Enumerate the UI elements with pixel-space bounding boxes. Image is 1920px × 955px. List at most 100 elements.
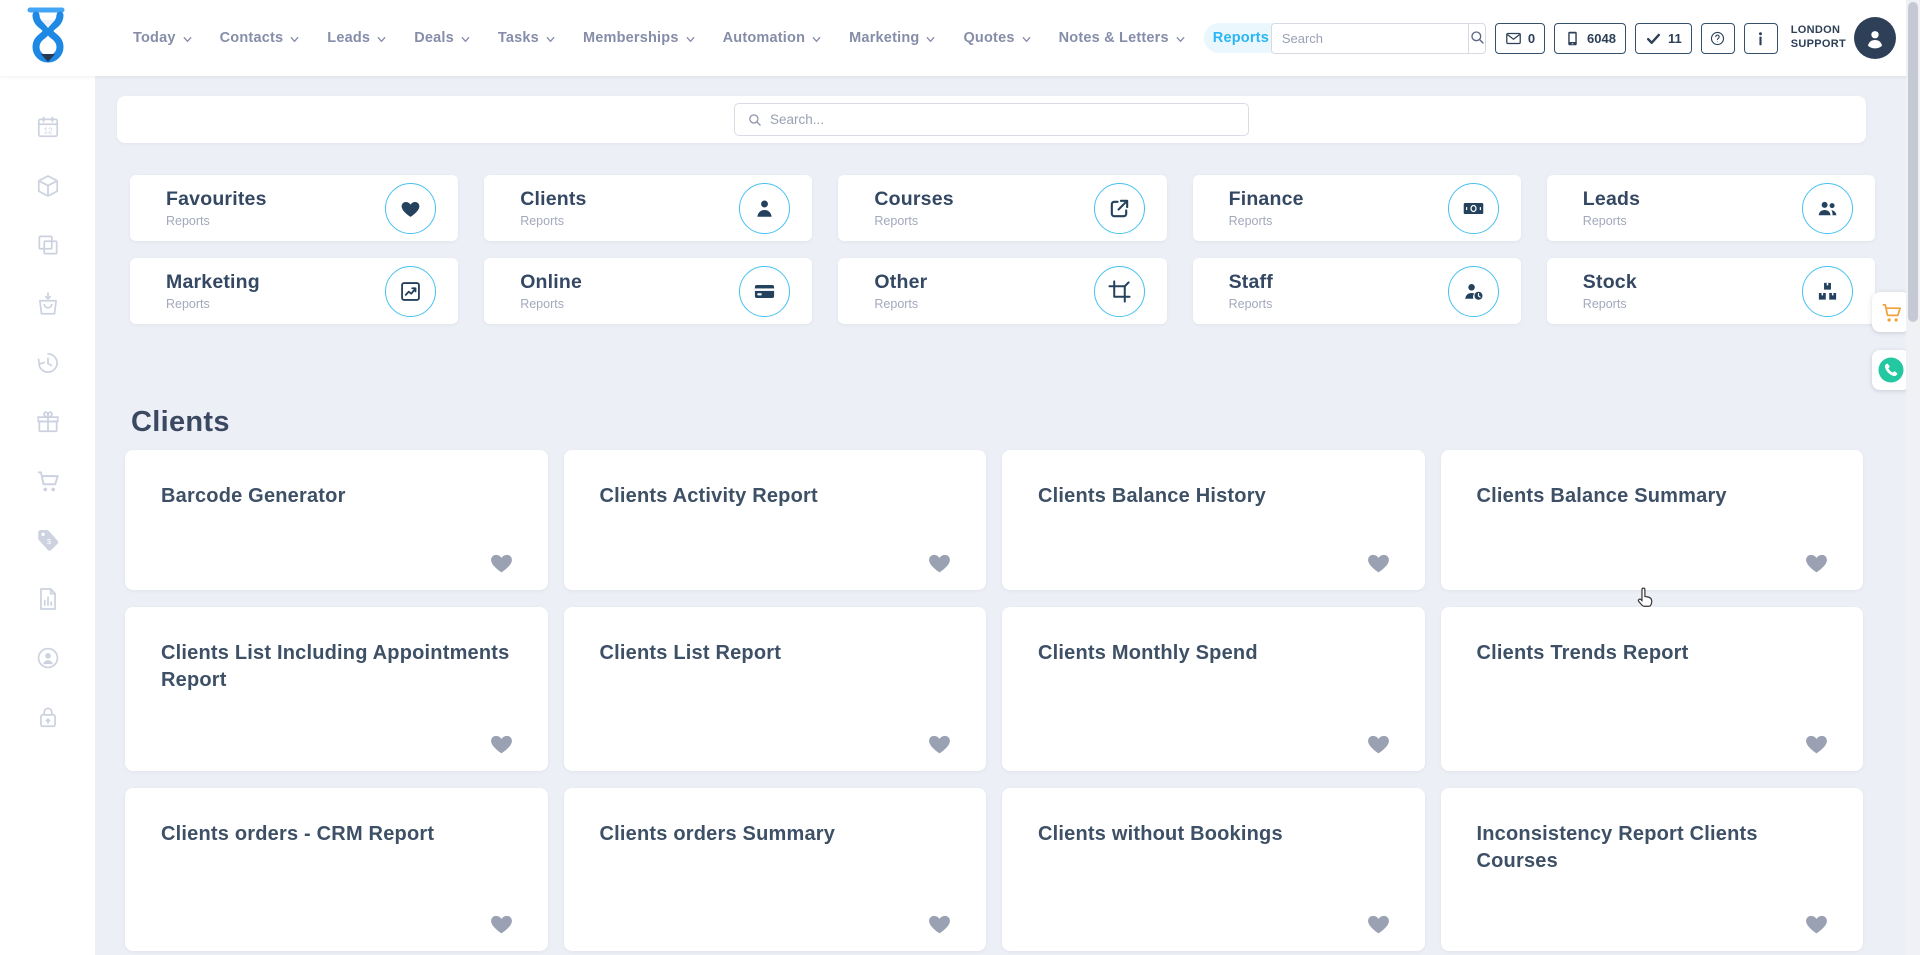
category-card-online[interactable]: Online Reports	[484, 258, 812, 324]
card-icon	[739, 266, 790, 317]
category-card-staff[interactable]: Staff Reports	[1193, 258, 1521, 324]
badge-count: 6048	[1587, 31, 1616, 46]
report-card-clients-orders-crm-report[interactable]: Clients orders - CRM Report	[125, 788, 548, 951]
topbar-search-input[interactable]	[1272, 24, 1468, 53]
category-card-stock[interactable]: Stock Reports	[1547, 258, 1875, 324]
sidebar-item-history[interactable]	[35, 350, 61, 376]
help-button[interactable]	[1701, 23, 1735, 54]
floating-whatsapp-button[interactable]	[1872, 350, 1910, 390]
check-icon	[1645, 30, 1662, 47]
category-title: Clients	[520, 188, 586, 211]
nav-item-deals[interactable]: Deals	[405, 23, 480, 53]
favourite-heart-icon[interactable]	[488, 730, 515, 757]
category-subtitle: Reports	[1229, 214, 1304, 228]
category-card-marketing[interactable]: Marketing Reports	[130, 258, 458, 324]
report-card-clients-orders-summary[interactable]: Clients orders Summary	[564, 788, 987, 951]
badge-count: 11	[1668, 31, 1682, 46]
phone-badge[interactable]: 6048	[1554, 23, 1626, 54]
favourite-heart-icon[interactable]	[488, 910, 515, 937]
category-subtitle: Reports	[1583, 214, 1640, 228]
favourite-heart-icon[interactable]	[488, 549, 515, 576]
topbar-right: 0 6048 11 LONDON SUPPORT	[1271, 0, 1896, 76]
chevron-down-icon	[811, 34, 822, 45]
report-card-clients-list-including-appointments-report[interactable]: Clients List Including Appointments Repo…	[125, 607, 548, 771]
report-card-clients-list-report[interactable]: Clients List Report	[564, 607, 987, 771]
nav-item-leads[interactable]: Leads	[318, 23, 396, 53]
sidebar-item-copy[interactable]	[35, 232, 61, 258]
nav-item-label: Marketing	[849, 30, 919, 46]
category-title: Finance	[1229, 188, 1304, 211]
sidebar-item-calendar-12[interactable]: 12	[35, 114, 61, 140]
report-title: Barcode Generator	[161, 483, 512, 510]
category-subtitle: Reports	[166, 297, 260, 311]
category-card-courses[interactable]: Courses Reports	[838, 175, 1166, 241]
search-button[interactable]	[1468, 24, 1485, 53]
report-title: Clients Balance History	[1038, 483, 1389, 510]
report-card-clients-activity-report[interactable]: Clients Activity Report	[564, 450, 987, 590]
category-title: Staff	[1229, 271, 1273, 294]
scrollbar-thumb[interactable]	[1908, 2, 1918, 322]
sidebar-item-cart[interactable]	[35, 468, 61, 494]
reports-search-input[interactable]	[770, 112, 1236, 127]
report-card-clients-balance-history[interactable]: Clients Balance History	[1002, 450, 1425, 590]
report-card-clients-balance-summary[interactable]: Clients Balance Summary	[1441, 450, 1864, 590]
sidebar-item-report-file[interactable]	[35, 586, 61, 612]
sidebar-item-gift[interactable]	[35, 409, 61, 435]
report-card-clients-without-bookings[interactable]: Clients without Bookings	[1002, 788, 1425, 951]
floating-cart-button[interactable]	[1872, 292, 1910, 332]
category-card-favourites[interactable]: Favourites Reports	[130, 175, 458, 241]
favourite-heart-icon[interactable]	[926, 910, 953, 937]
nav-item-contacts[interactable]: Contacts	[211, 23, 310, 53]
report-title: Clients orders Summary	[600, 821, 951, 848]
sidebar-item-shopping-bag[interactable]	[35, 291, 61, 317]
category-card-other[interactable]: Other Reports	[838, 258, 1166, 324]
search-icon	[747, 112, 762, 127]
nav-item-today[interactable]: Today	[124, 23, 202, 53]
favourite-heart-icon[interactable]	[1365, 549, 1392, 576]
favourite-heart-icon[interactable]	[1803, 549, 1830, 576]
section-title: Clients	[131, 406, 230, 439]
category-card-finance[interactable]: Finance Reports	[1193, 175, 1521, 241]
favourite-heart-icon[interactable]	[926, 549, 953, 576]
category-card-leads[interactable]: Leads Reports	[1547, 175, 1875, 241]
favourite-heart-icon[interactable]	[1803, 730, 1830, 757]
category-subtitle: Reports	[1583, 297, 1637, 311]
sidebar-item-account[interactable]	[35, 645, 61, 671]
nav-item-tasks[interactable]: Tasks	[489, 23, 565, 53]
nav-item-notes-letters[interactable]: Notes & Letters	[1050, 23, 1195, 53]
nav-item-quotes[interactable]: Quotes	[954, 23, 1040, 53]
topbar-search	[1271, 23, 1486, 54]
nav-item-label: Today	[133, 30, 176, 46]
sidebar-item-lock[interactable]	[35, 704, 61, 730]
nav-item-label: Memberships	[583, 30, 679, 46]
messages-badge[interactable]: 0	[1495, 23, 1545, 54]
report-title: Clients List Including Appointments Repo…	[161, 640, 512, 694]
favourite-heart-icon[interactable]	[1803, 910, 1830, 937]
tasks-badge[interactable]: 11	[1635, 23, 1692, 54]
favourite-heart-icon[interactable]	[926, 730, 953, 757]
favourite-heart-icon[interactable]	[1365, 910, 1392, 937]
report-card-inconsistency-report-clients-courses[interactable]: Inconsistency Report Clients Courses	[1441, 788, 1864, 951]
nav-item-memberships[interactable]: Memberships	[574, 23, 705, 53]
category-title: Online	[520, 271, 582, 294]
account-menu[interactable]: LONDON SUPPORT	[1791, 17, 1896, 59]
nav-item-automation[interactable]: Automation	[714, 23, 832, 53]
client-icon	[739, 183, 790, 234]
report-card-clients-monthly-spend[interactable]: Clients Monthly Spend	[1002, 607, 1425, 771]
cart-icon	[1880, 301, 1903, 324]
category-subtitle: Reports	[166, 214, 267, 228]
info-button[interactable]	[1744, 23, 1778, 54]
app-logo-icon[interactable]	[22, 6, 74, 70]
report-card-barcode-generator[interactable]: Barcode Generator	[125, 450, 548, 590]
sidebar-item-price-tag[interactable]: $	[35, 527, 61, 553]
report-title: Inconsistency Report Clients Courses	[1477, 821, 1828, 875]
favourite-heart-icon[interactable]	[1365, 730, 1392, 757]
category-card-clients[interactable]: Clients Reports	[484, 175, 812, 241]
nav-item-marketing[interactable]: Marketing	[840, 23, 945, 53]
report-card-clients-trends-report[interactable]: Clients Trends Report	[1441, 607, 1864, 771]
avatar[interactable]	[1854, 17, 1896, 59]
category-title: Stock	[1583, 271, 1637, 294]
nav-item-label: Leads	[327, 30, 370, 46]
category-subtitle: Reports	[874, 214, 953, 228]
sidebar-item-package[interactable]	[35, 173, 61, 199]
